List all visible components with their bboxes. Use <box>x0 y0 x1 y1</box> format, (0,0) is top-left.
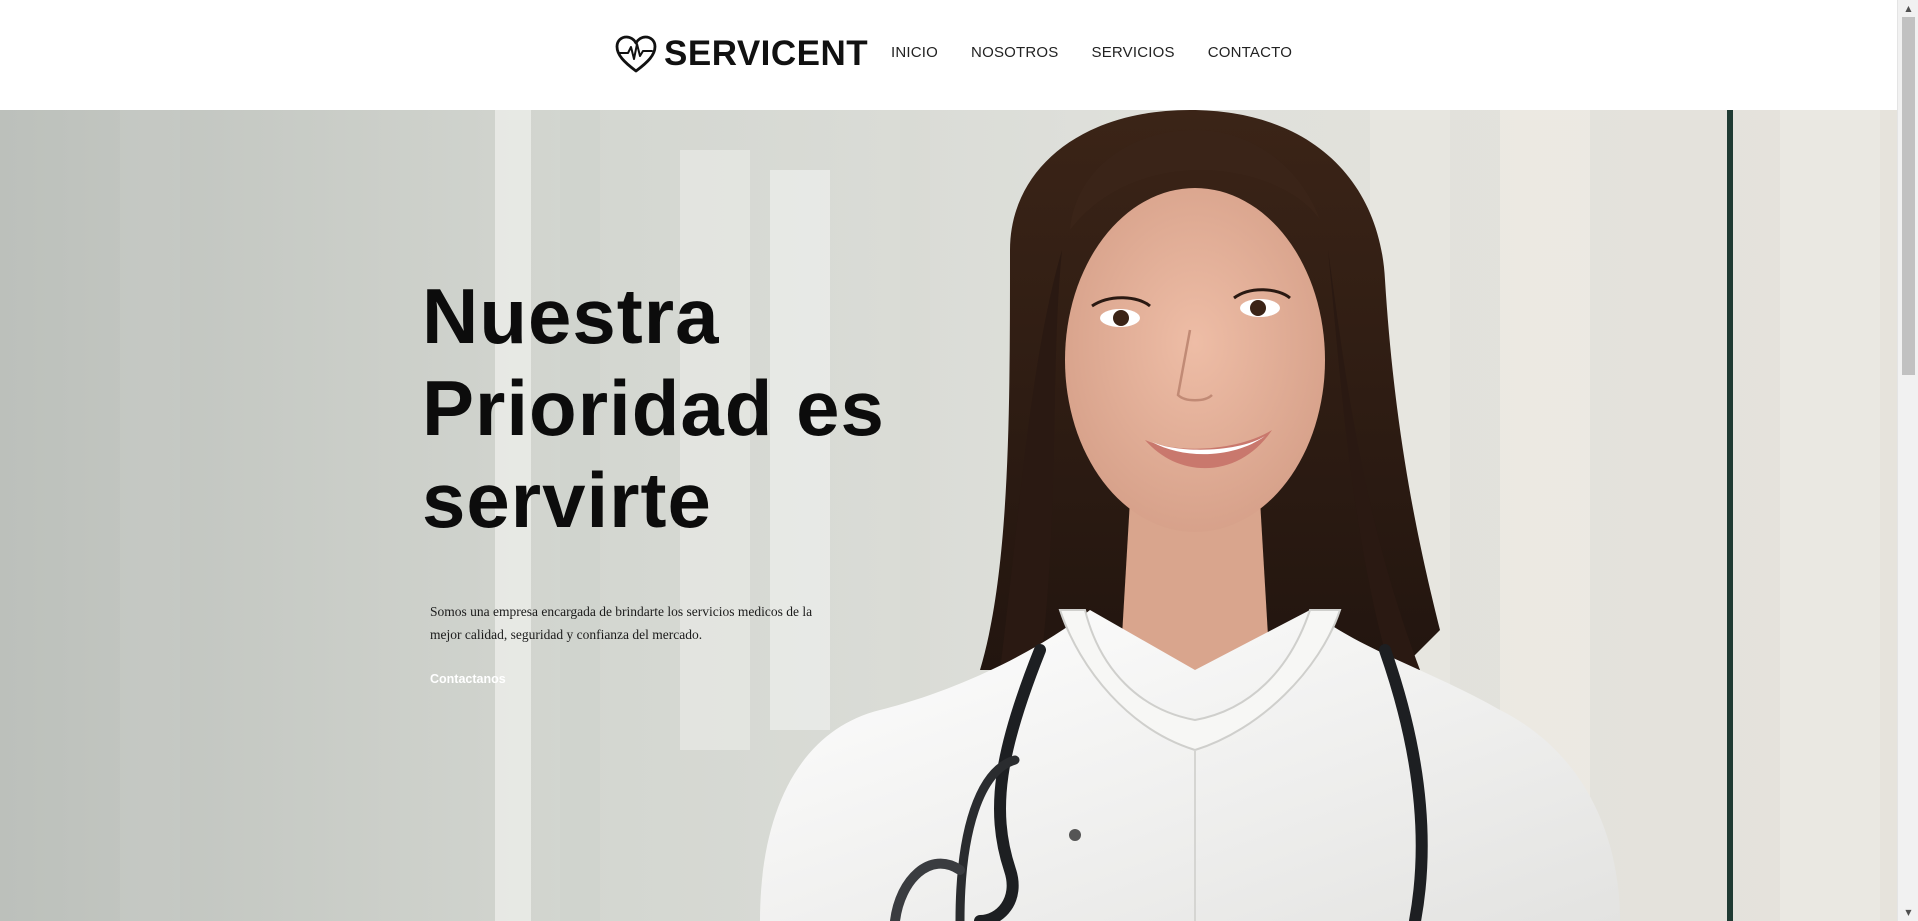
hero-title: Nuestra Prioridad es servirte <box>422 272 885 544</box>
nav-item-contacto[interactable]: CONTACTO <box>1208 44 1292 61</box>
scroll-up-arrow-icon[interactable]: ▲ <box>1898 0 1918 17</box>
brand-name: SERVICENT <box>664 34 869 73</box>
contact-cta-link[interactable]: Contactanos <box>430 672 506 686</box>
hero-section: Nuestra Prioridad es servirte Somos una … <box>0 110 1897 921</box>
scroll-down-arrow-icon[interactable]: ▼ <box>1898 904 1918 921</box>
hero-description: Somos una empresa encargada de brindarte… <box>430 604 813 642</box>
heart-pulse-icon <box>615 35 657 73</box>
hero-photo <box>0 110 1897 921</box>
main-nav: INICIO NOSOTROS SERVICIOS CONTACTO <box>891 44 1325 61</box>
page: SERVICENT INICIO NOSOTROS SERVICIOS CONT… <box>0 0 1918 921</box>
nav-item-servicios[interactable]: SERVICIOS <box>1092 44 1175 61</box>
scrollbar-thumb[interactable] <box>1902 17 1915 375</box>
brand-logo-link[interactable]: SERVICENT <box>614 34 868 74</box>
nav-item-nosotros[interactable]: NOSOTROS <box>971 44 1058 61</box>
nav-item-inicio[interactable]: INICIO <box>891 44 938 61</box>
vertical-scrollbar[interactable]: ▲ ▼ <box>1897 0 1918 921</box>
site-header: SERVICENT INICIO NOSOTROS SERVICIOS CONT… <box>0 0 1897 110</box>
